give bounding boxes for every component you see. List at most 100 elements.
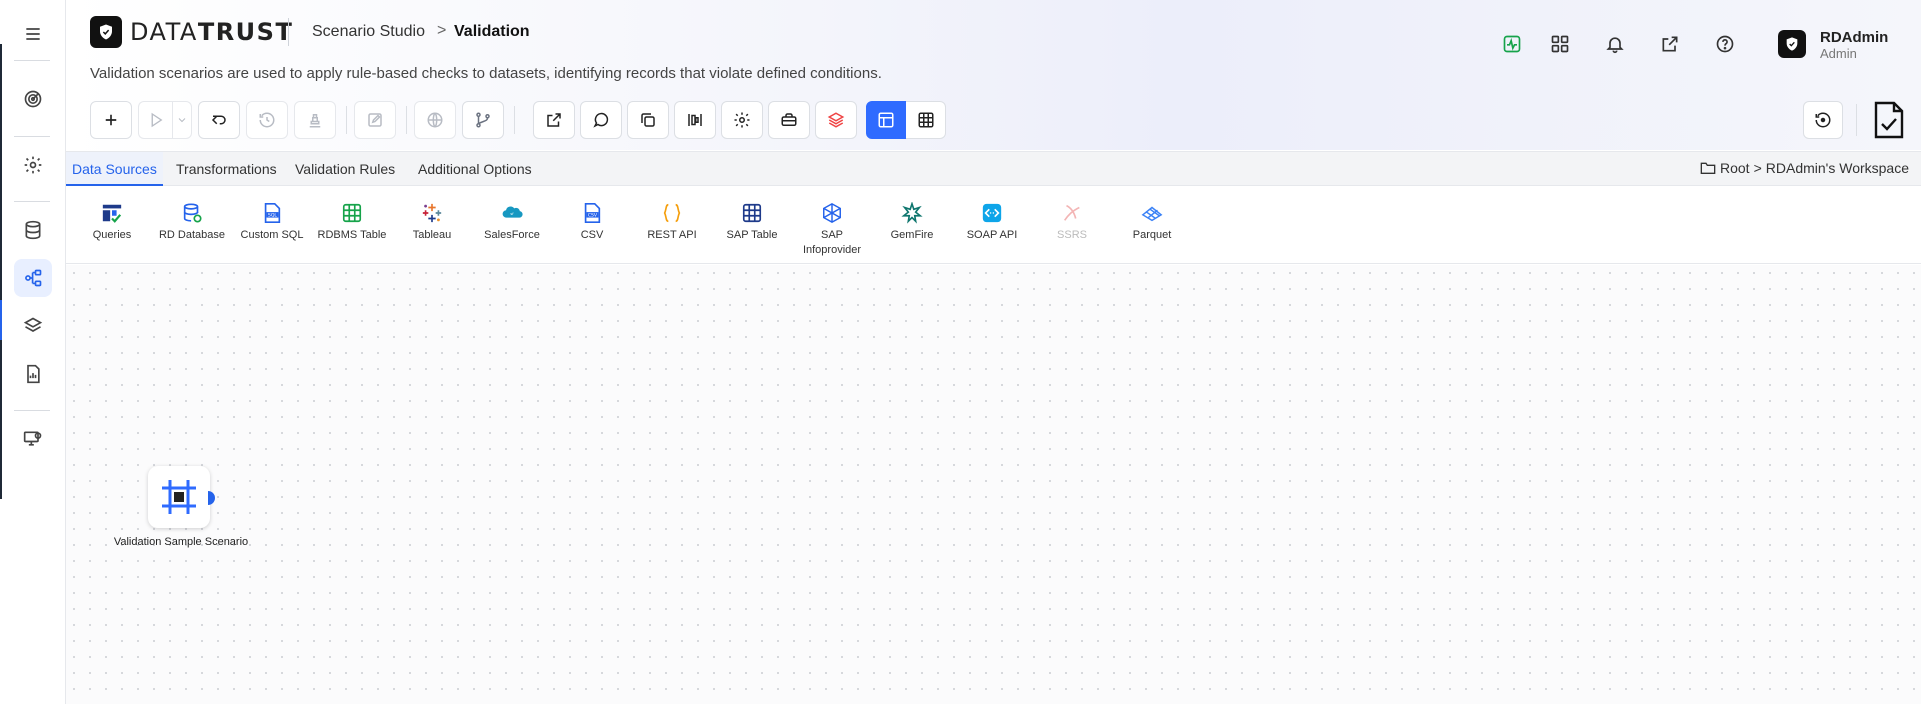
source-label: CSV <box>580 229 604 241</box>
source-label: RDBMS Table <box>317 229 387 241</box>
source-label: Tableau <box>412 229 452 241</box>
source-rest-api[interactable]: REST API <box>632 202 712 243</box>
tab-validation-rules[interactable]: Validation Rules <box>289 152 401 186</box>
database-icon[interactable] <box>14 211 52 249</box>
scenario-node[interactable] <box>148 466 210 528</box>
source-label: RD Database <box>158 229 226 241</box>
restore-history-button[interactable] <box>1803 101 1843 139</box>
layers-button[interactable] <box>815 101 857 139</box>
toolbar-divider <box>346 106 347 134</box>
source-label: REST API <box>647 229 697 241</box>
activity-icon[interactable] <box>1500 32 1524 56</box>
source-salesforce[interactable]: sf SalesForce <box>472 202 552 243</box>
source-label: SAP Table <box>726 229 778 241</box>
app-root: DATATRUST Scenario Studio > Validation V… <box>0 0 1921 704</box>
run-dropdown-button[interactable] <box>172 101 192 139</box>
globe-button[interactable] <box>414 101 456 139</box>
align-button[interactable] <box>674 101 716 139</box>
undo-button[interactable] <box>198 101 240 139</box>
sidebar-divider <box>14 201 50 202</box>
brand-logo: DATATRUST <box>130 18 293 46</box>
workspace-breadcrumb[interactable]: Root > RDAdmin's Workspace <box>1700 160 1909 176</box>
briefcase-button[interactable] <box>768 101 810 139</box>
workspace-separator: > <box>1753 160 1762 176</box>
add-button[interactable] <box>90 101 132 139</box>
bell-icon[interactable] <box>1603 32 1627 56</box>
layers-icon[interactable] <box>14 307 52 345</box>
source-sap-table[interactable]: SAP Table <box>712 202 792 243</box>
gear-icon[interactable] <box>14 146 52 184</box>
tab-additional-options[interactable]: Additional Options <box>412 152 538 186</box>
source-label: GemFire <box>890 229 934 241</box>
tab-bar: Data Sources Transformations Validation … <box>66 151 1921 186</box>
copy-button[interactable] <box>627 101 669 139</box>
stamp-button[interactable] <box>294 101 336 139</box>
source-label: Queries <box>92 229 132 241</box>
layout-view-button[interactable] <box>866 101 906 139</box>
sidebar-divider <box>14 60 50 61</box>
avatar[interactable] <box>1778 30 1806 58</box>
source-csv[interactable]: CSV CSV <box>552 202 632 243</box>
source-gemfire[interactable]: GemFire <box>872 202 952 243</box>
ssrs-icon <box>1061 202 1083 224</box>
toolbar-divider <box>1856 104 1857 136</box>
brand-logo-light: DATA <box>130 18 198 46</box>
rd-database-icon <box>181 202 203 224</box>
export-button[interactable] <box>533 101 575 139</box>
source-soap-api[interactable]: SOAP API <box>952 202 1032 243</box>
workflow-icon[interactable] <box>14 259 52 297</box>
menu-icon[interactable] <box>14 15 52 53</box>
brand-logo-bold: TRUST <box>197 18 294 46</box>
gemfire-icon <box>901 202 923 224</box>
workspace-name[interactable]: RDAdmin's Workspace <box>1766 160 1909 176</box>
edit-button[interactable] <box>354 101 396 139</box>
apps-grid-icon[interactable] <box>1548 32 1572 56</box>
table-view-button[interactable] <box>906 101 946 139</box>
source-label: SalesForce <box>484 229 540 241</box>
scenario-canvas[interactable] <box>66 265 1921 704</box>
salesforce-icon: sf <box>501 202 523 224</box>
rest-api-icon <box>661 202 683 224</box>
csv-icon: CSV <box>581 202 603 224</box>
tableau-icon <box>421 202 443 224</box>
source-label: Custom SQL <box>240 229 304 241</box>
tab-transformations[interactable]: Transformations <box>170 152 283 186</box>
report-icon[interactable] <box>14 355 52 393</box>
toolbar-divider <box>514 106 515 134</box>
breadcrumb-scenario-studio[interactable]: Scenario Studio <box>312 23 425 41</box>
node-label: Validation Sample Scenario <box>113 536 249 548</box>
comment-button[interactable] <box>580 101 622 139</box>
user-role: Admin <box>1820 46 1857 61</box>
history-button[interactable] <box>246 101 288 139</box>
user-name[interactable]: RDAdmin <box>1820 29 1888 46</box>
validate-document-icon[interactable] <box>1872 99 1906 141</box>
tab-data-sources[interactable]: Data Sources <box>66 152 163 186</box>
workspace-root[interactable]: Root <box>1720 160 1750 176</box>
source-parquet[interactable]: Parquet <box>1112 202 1192 243</box>
page-description: Validation scenarios are used to apply r… <box>90 65 882 82</box>
help-icon[interactable] <box>1713 32 1737 56</box>
queries-icon <box>101 202 123 224</box>
sap-table-icon <box>741 202 763 224</box>
page-title: Validation <box>454 23 530 40</box>
source-ssrs[interactable]: SSRS <box>1032 202 1112 243</box>
rdbms-table-icon <box>341 202 363 224</box>
source-queries[interactable]: Queries <box>72 202 152 243</box>
target-icon[interactable] <box>14 80 52 118</box>
source-label: Parquet <box>1132 229 1172 241</box>
source-rd-database[interactable]: RD Database <box>152 202 232 243</box>
source-sap-infoprovider[interactable]: SAP Infoprovider <box>792 202 872 258</box>
sidebar-edge-highlight <box>0 300 2 340</box>
monitor-settings-icon[interactable] <box>14 420 52 458</box>
external-link-icon[interactable] <box>1658 32 1682 56</box>
run-button[interactable] <box>138 101 172 139</box>
parquet-icon <box>1141 202 1163 224</box>
source-custom-sql[interactable]: SQL Custom SQL <box>232 202 312 243</box>
source-rdbms-table[interactable]: RDBMS Table <box>312 202 392 243</box>
sap-infoprovider-icon <box>821 202 843 224</box>
settings-button[interactable] <box>721 101 763 139</box>
svg-text:CSV: CSV <box>588 213 598 219</box>
left-sidebar <box>0 0 66 704</box>
source-tableau[interactable]: Tableau <box>392 202 472 243</box>
branch-button[interactable] <box>462 101 504 139</box>
